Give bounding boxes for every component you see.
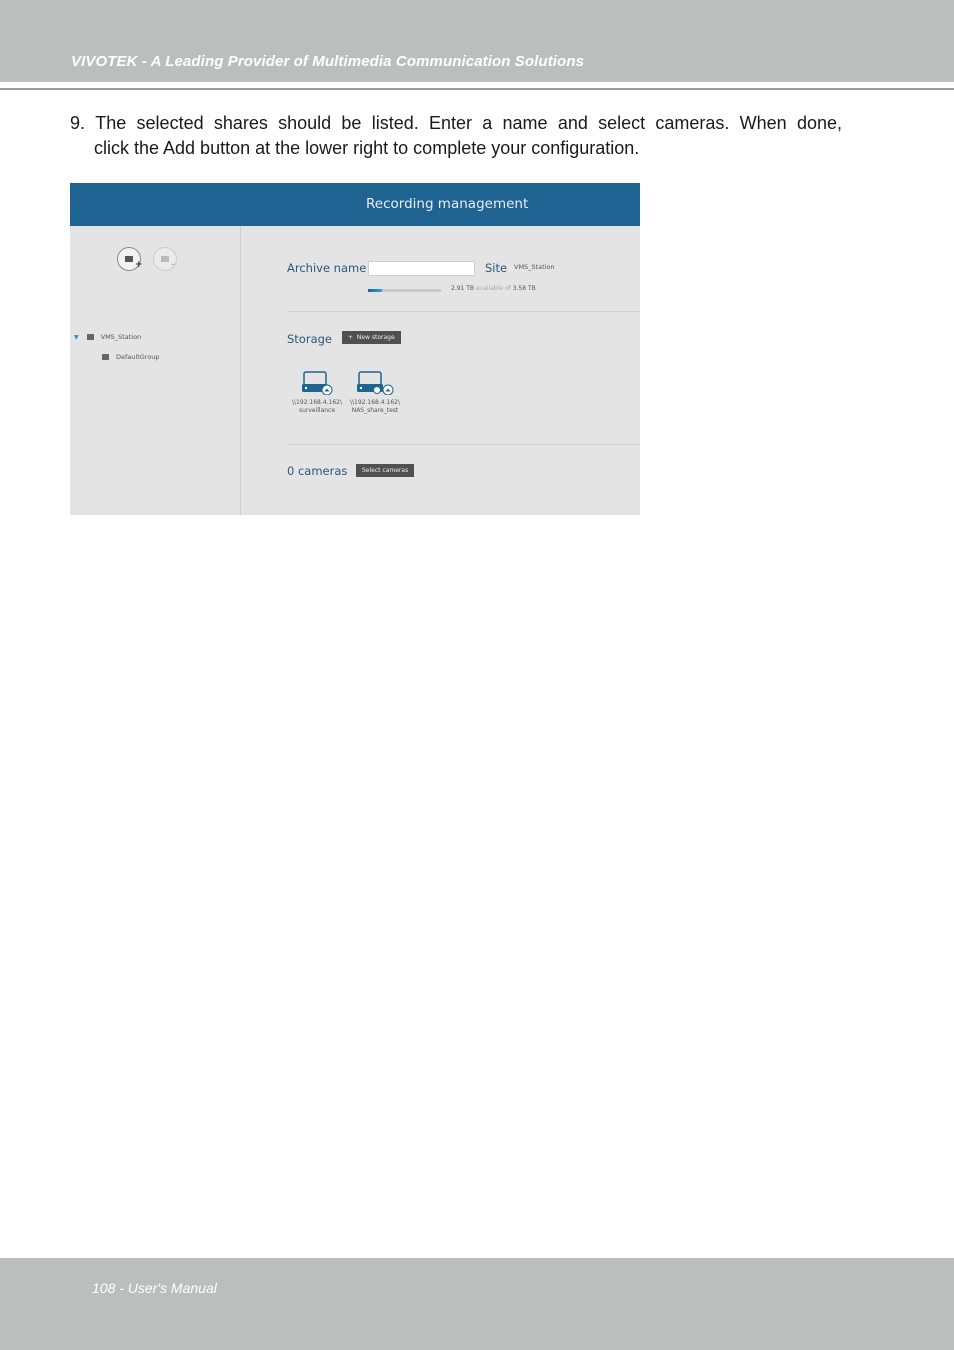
tree-item-station[interactable]: ▼ VMS_Station bbox=[74, 333, 141, 341]
page-header: VIVOTEK - A Leading Provider of Multimed… bbox=[0, 0, 954, 82]
server-icon bbox=[86, 334, 94, 340]
step-line-2: click the Add button at the lower right … bbox=[94, 138, 640, 158]
storage-usage-fill bbox=[368, 289, 382, 292]
total-space: 3.58 TB bbox=[512, 285, 536, 292]
nas-share-icon bbox=[302, 371, 333, 395]
new-storage-label: New storage bbox=[356, 334, 395, 341]
window-title: Recording management bbox=[366, 196, 529, 212]
group-icon bbox=[102, 354, 109, 360]
step-word: When bbox=[739, 113, 787, 133]
recording-management-screenshot: Recording management + – ▼ VMS_Station De… bbox=[70, 183, 640, 515]
step-word: select bbox=[598, 113, 646, 133]
page-footer: 108 - User's Manual bbox=[0, 1258, 954, 1350]
step-word: shares bbox=[213, 113, 268, 133]
station-tree-pane: + – ▼ VMS_Station DefaultGroup bbox=[70, 226, 241, 515]
step-word: and bbox=[557, 113, 588, 133]
window-titlebar: Recording management bbox=[70, 183, 640, 226]
header-divider bbox=[0, 88, 954, 90]
step-line-1: 9. The selected shares should be listed.… bbox=[70, 111, 842, 136]
site-label: Site bbox=[485, 261, 508, 275]
remove-server-button[interactable]: – bbox=[153, 247, 177, 271]
add-server-button[interactable]: + bbox=[117, 247, 143, 271]
site-value: VMS_Station bbox=[514, 263, 555, 271]
archive-name-label: Archive name bbox=[287, 261, 367, 275]
storage-label: Storage bbox=[287, 332, 332, 346]
share-host: \\192.168.4.162\ bbox=[350, 399, 400, 406]
share-name: surveillance bbox=[298, 407, 336, 414]
plus-icon: + bbox=[348, 334, 354, 341]
step-word: The bbox=[95, 113, 127, 133]
archive-name-input[interactable] bbox=[368, 261, 475, 276]
plus-icon: + bbox=[135, 260, 143, 270]
step-word: should bbox=[278, 113, 332, 133]
available-of-label: available of bbox=[475, 285, 511, 292]
share-item-nas-share-test[interactable]: \\192.168.4.162\ NAS_share_test bbox=[345, 371, 405, 415]
tree-item-group[interactable]: DefaultGroup bbox=[102, 353, 160, 361]
new-storage-button[interactable]: + New storage bbox=[342, 331, 401, 344]
section-divider bbox=[287, 444, 640, 445]
tree-item-label: VMS_Station bbox=[100, 333, 142, 341]
step-word: cameras. bbox=[655, 113, 730, 133]
select-cameras-button[interactable]: Select cameras bbox=[356, 464, 415, 477]
server-icon bbox=[161, 256, 169, 262]
archive-form: Archive name Site VMS_Station 2.91 TB av… bbox=[242, 226, 640, 515]
storage-usage-bar bbox=[368, 289, 441, 292]
step-word: 9. bbox=[70, 113, 86, 133]
step-word: listed. bbox=[371, 113, 419, 133]
server-icon bbox=[125, 256, 133, 262]
step-word: Enter bbox=[428, 113, 473, 133]
step-word: selected bbox=[136, 113, 204, 133]
share-name: NAS_share_test bbox=[351, 407, 399, 414]
header-title: VIVOTEK - A Leading Provider of Multimed… bbox=[71, 53, 585, 70]
step-word: done, bbox=[796, 113, 842, 133]
camera-count-label: 0 cameras bbox=[287, 464, 348, 478]
share-host: \\192.168.4.162\ bbox=[292, 399, 342, 406]
step-instruction: 9. The selected shares should be listed.… bbox=[70, 111, 842, 161]
minus-icon: – bbox=[171, 260, 176, 270]
tree-item-label: DefaultGroup bbox=[116, 353, 160, 361]
step-word: name bbox=[502, 113, 548, 133]
section-divider bbox=[287, 311, 640, 312]
free-space: 2.91 TB bbox=[451, 285, 475, 292]
step-word: be bbox=[341, 113, 362, 133]
chevron-down-icon[interactable]: ▼ bbox=[74, 334, 79, 341]
nas-share-icon bbox=[357, 371, 394, 395]
step-word: a bbox=[482, 113, 493, 133]
share-item-surveillance[interactable]: \\192.168.4.162\ surveillance bbox=[287, 371, 347, 415]
page-number: 108 - User's Manual bbox=[92, 1280, 217, 1296]
storage-usage-text: 2.91 TB available of 3.58 TB bbox=[451, 285, 536, 292]
